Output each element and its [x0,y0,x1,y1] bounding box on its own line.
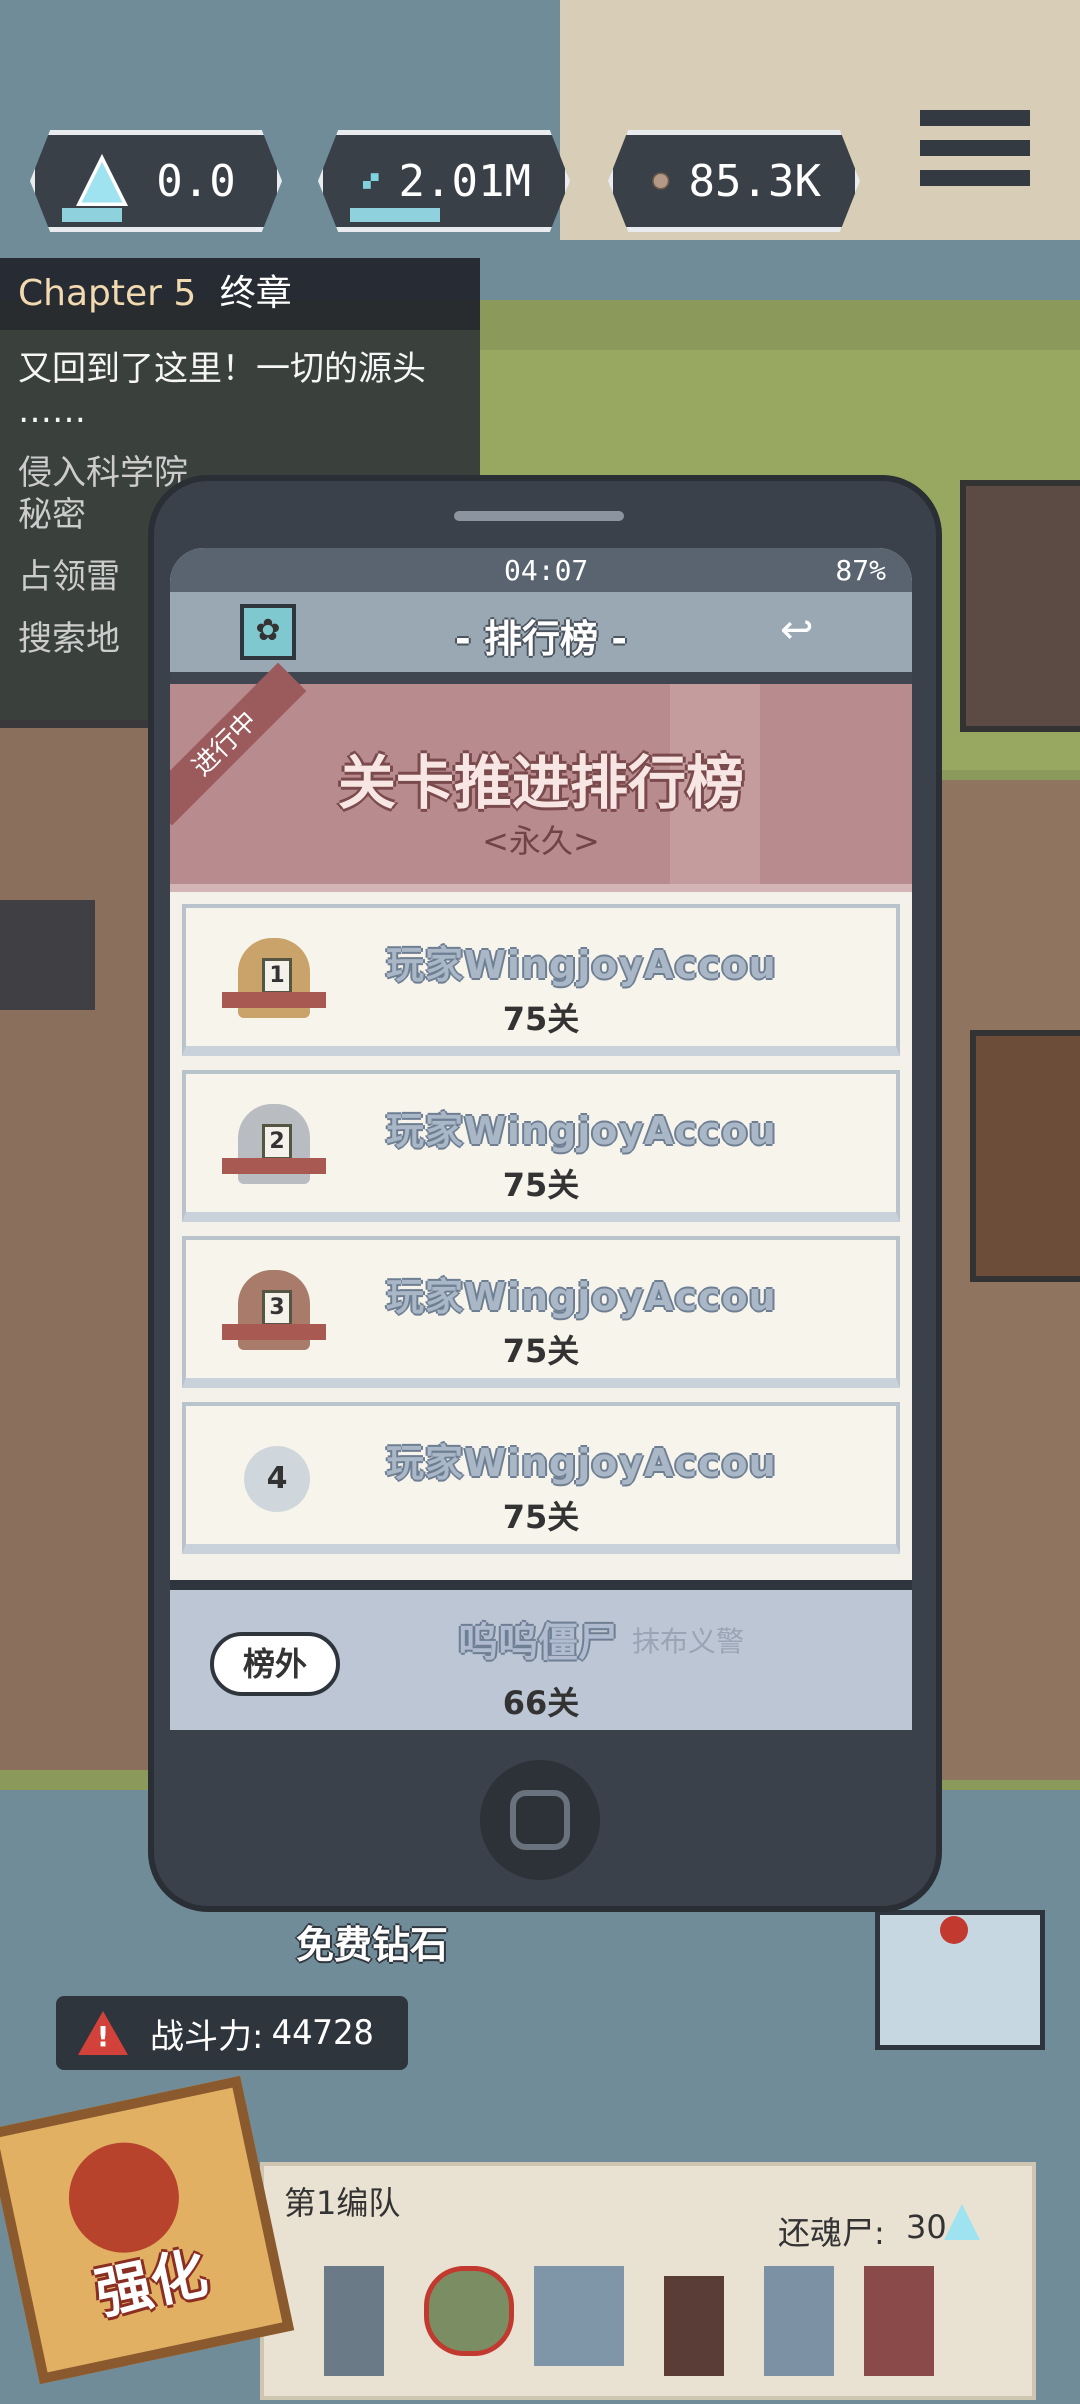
player-name: 玩家WingjoyAccou [386,943,777,987]
link-chain-icon [362,173,379,189]
player-level: 75关 [502,1166,580,1204]
diamond-progress [62,208,122,222]
zombie-unit[interactable] [764,2266,834,2376]
leaderboard-screen: 04:07 87% ✿ - 排行榜 - ↩ 进行中 关卡推进排行榜 <永久> 1… [170,548,912,1730]
chapter-label: Chapter 5 [18,273,197,314]
power-label: 战斗力: [150,2016,264,2057]
rank-number: 2 [262,1124,292,1160]
my-rank-row[interactable]: 榜外 呜呜僵尸 抹布义警 66关 [170,1580,912,1730]
status-battery: 87% [835,554,886,587]
quest-line: …… [18,391,86,431]
rank-row[interactable]: 3 玩家WingjoyAccou 75关 [182,1236,900,1388]
player-level: 75关 [502,1000,580,1038]
zombie-unit[interactable] [664,2276,724,2376]
rank-row[interactable]: 4 玩家WingjoyAccou 75关 [182,1402,900,1554]
quest-header: Chapter 5 终章 [0,258,480,330]
player-level: 75关 [502,1332,580,1370]
rank-number: 1 [262,958,292,994]
player-name: 玩家WingjoyAccou [386,1109,777,1153]
dog-unit[interactable] [534,2266,624,2366]
diamond-icon [75,153,129,206]
combat-power[interactable]: ! 战斗力: 44728 [56,1996,408,2070]
coin-counter[interactable]: 85.3K [608,130,860,232]
player-level: 75关 [502,1498,580,1536]
zombie-unit[interactable] [324,2266,384,2376]
coin-icon [652,172,670,190]
machine-building[interactable] [0,900,95,1010]
phone-home-button[interactable] [480,1760,600,1880]
map-pin-icon [940,1916,968,1944]
my-level: 66关 [502,1684,580,1722]
quest-line: 又回到了这里！一切的源头 [18,349,426,389]
warning-icon: ! [78,2011,128,2055]
power-value: 44728 [271,2013,374,2053]
team-panel[interactable]: 第1编队 还魂尸: 30 [260,2162,1036,2400]
event-banner[interactable]: 进行中 关卡推进排行榜 <永久> [170,662,912,892]
my-title: 抹布义警 [632,1625,745,1658]
free-diamond-label[interactable]: 免费钻石 [296,1914,448,1969]
diamond-value: 0.0 [156,155,236,207]
revive-value: 30 [906,2208,947,2246]
player-name: 玩家WingjoyAccou [386,1275,777,1319]
status-time: 04:07 [504,554,589,587]
tower-building[interactable] [960,480,1080,732]
status-bar: 04:07 87% [170,548,912,592]
my-name: 呜呜僵尸 [458,1620,618,1666]
team-name: 第1编队 [284,2184,401,2222]
diamond-icon [944,2204,980,2240]
chapter-title: 终章 [219,273,292,314]
player-name: 玩家WingjoyAccou [386,1441,777,1485]
rank-row[interactable]: 1 玩家WingjoyAccou 75关 [182,904,900,1056]
back-icon[interactable]: ↩ [780,610,856,650]
menu-icon[interactable] [920,110,1030,194]
revive-label: 还魂尸: [778,2214,885,2252]
zombie-unit[interactable] [864,2266,934,2376]
coin-value: 85.3K [688,155,821,207]
strengthen-button[interactable]: 强化 [0,2075,295,2385]
rank-number: 3 [262,1290,292,1326]
chain-progress [350,208,440,222]
phone-speaker [454,511,624,521]
chain-value: 2.01M [398,155,531,207]
banner-title: 关卡推进排行榜 [337,749,744,817]
rank-row[interactable]: 2 玩家WingjoyAccou 75关 [182,1070,900,1222]
zombie-unit[interactable] [424,2266,514,2356]
shop-building[interactable] [970,1030,1080,1282]
banner-subtitle: <永久> [482,822,600,860]
